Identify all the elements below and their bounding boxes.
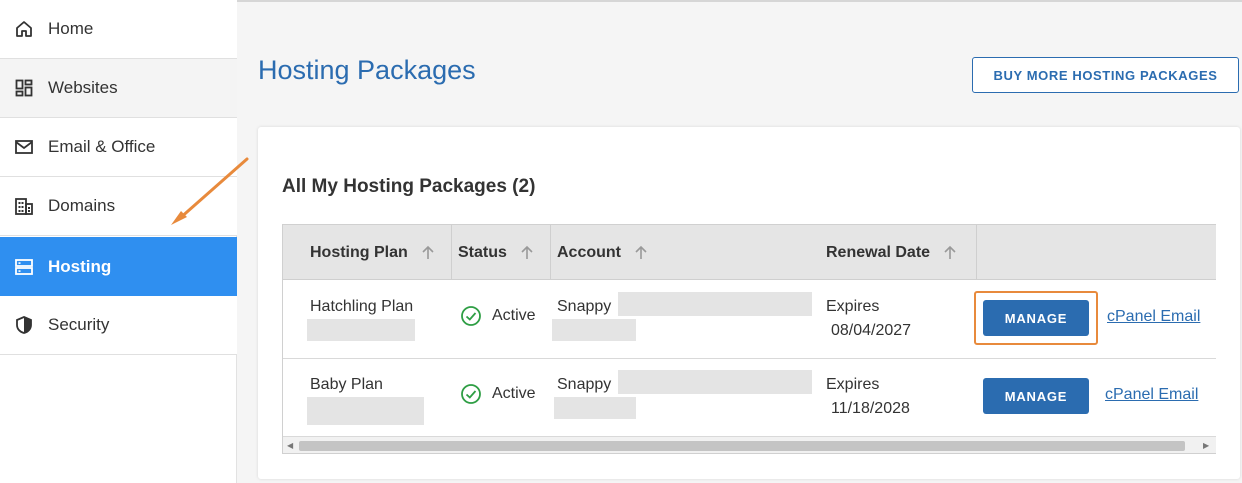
status-cell: Active bbox=[460, 305, 536, 327]
table-row: Baby Plan Active Snappy Expires 11/18/20… bbox=[283, 359, 1216, 437]
redacted-block bbox=[618, 292, 812, 316]
page-title: Hosting Packages bbox=[258, 55, 476, 85]
account-name: Snappy bbox=[557, 298, 612, 315]
buy-more-hosting-button[interactable]: BUY MORE HOSTING PACKAGES bbox=[972, 57, 1239, 93]
redacted-block bbox=[307, 397, 424, 425]
card-title: All My Hosting Packages (2) bbox=[282, 176, 536, 197]
sidebar-item-hosting[interactable]: Hosting bbox=[0, 237, 237, 296]
table-header: Hosting Plan Status Account Renewal Date bbox=[283, 225, 1216, 280]
redacted-block bbox=[552, 319, 636, 341]
account-name: Snappy bbox=[557, 376, 612, 393]
sidebar-item-security[interactable]: Security bbox=[0, 296, 237, 355]
sort-arrow-icon bbox=[521, 245, 533, 259]
redacted-block bbox=[307, 319, 415, 341]
mail-icon bbox=[14, 137, 34, 157]
renewal-date: 11/18/2028 bbox=[831, 400, 910, 417]
sidebar-item-home[interactable]: Home bbox=[0, 0, 237, 59]
shield-icon bbox=[14, 315, 34, 335]
sidebar-item-label: Websites bbox=[48, 78, 118, 97]
server-icon bbox=[14, 257, 34, 277]
sidebar-item-websites[interactable]: Websites bbox=[0, 59, 237, 118]
hosting-packages-card: All My Hosting Packages (2) Hosting Plan… bbox=[258, 127, 1240, 479]
redacted-block bbox=[618, 370, 812, 394]
sidebar-item-label: Home bbox=[48, 19, 94, 38]
scroll-right-icon[interactable]: ▶ bbox=[1203, 441, 1211, 451]
sort-arrow-icon bbox=[422, 245, 434, 259]
renewal-prefix: Expires bbox=[826, 298, 880, 315]
manage-button[interactable]: MANAGE bbox=[983, 378, 1089, 414]
sidebar: Home Websites Email & Office Domains Hos… bbox=[0, 0, 237, 483]
sort-arrow-icon bbox=[944, 245, 956, 259]
column-header-hosting-plan[interactable]: Hosting Plan bbox=[283, 225, 452, 280]
annotation-arrow bbox=[171, 157, 249, 225]
redacted-block bbox=[554, 397, 636, 419]
column-header-status[interactable]: Status bbox=[452, 225, 551, 280]
cpanel-email-link[interactable]: cPanel Email bbox=[1105, 386, 1198, 404]
check-circle-icon bbox=[461, 306, 481, 326]
status-cell: Active bbox=[460, 383, 536, 405]
sidebar-item-label: Email & Office bbox=[48, 137, 156, 156]
plan-name: Baby Plan bbox=[310, 376, 383, 393]
renewal-date: 08/04/2027 bbox=[831, 322, 912, 339]
check-circle-icon bbox=[461, 384, 481, 404]
building-icon bbox=[14, 196, 34, 216]
dashboard-icon bbox=[14, 78, 34, 98]
column-header-renewal-date[interactable]: Renewal Date bbox=[818, 225, 977, 280]
scroll-thumb[interactable] bbox=[299, 441, 1185, 451]
renewal-prefix: Expires bbox=[826, 376, 880, 393]
home-icon bbox=[14, 19, 34, 39]
sidebar-item-label: Domains bbox=[48, 196, 116, 215]
manage-button[interactable]: MANAGE bbox=[983, 300, 1089, 336]
cpanel-email-link[interactable]: cPanel Email bbox=[1107, 308, 1200, 326]
sidebar-item-label: Hosting bbox=[48, 256, 112, 276]
plan-name: Hatchling Plan bbox=[310, 298, 414, 315]
table-row: Hatchling Plan Active Snappy Expires 08/… bbox=[283, 281, 1216, 359]
hosting-table: Hosting Plan Status Account Renewal Date… bbox=[282, 224, 1216, 454]
sort-arrow-icon bbox=[635, 245, 647, 259]
column-header-account[interactable]: Account bbox=[551, 225, 818, 280]
scroll-left-icon[interactable]: ◀ bbox=[287, 441, 295, 451]
horizontal-scrollbar[interactable]: ◀ ▶ bbox=[283, 437, 1216, 453]
sidebar-item-label: Security bbox=[48, 315, 110, 334]
